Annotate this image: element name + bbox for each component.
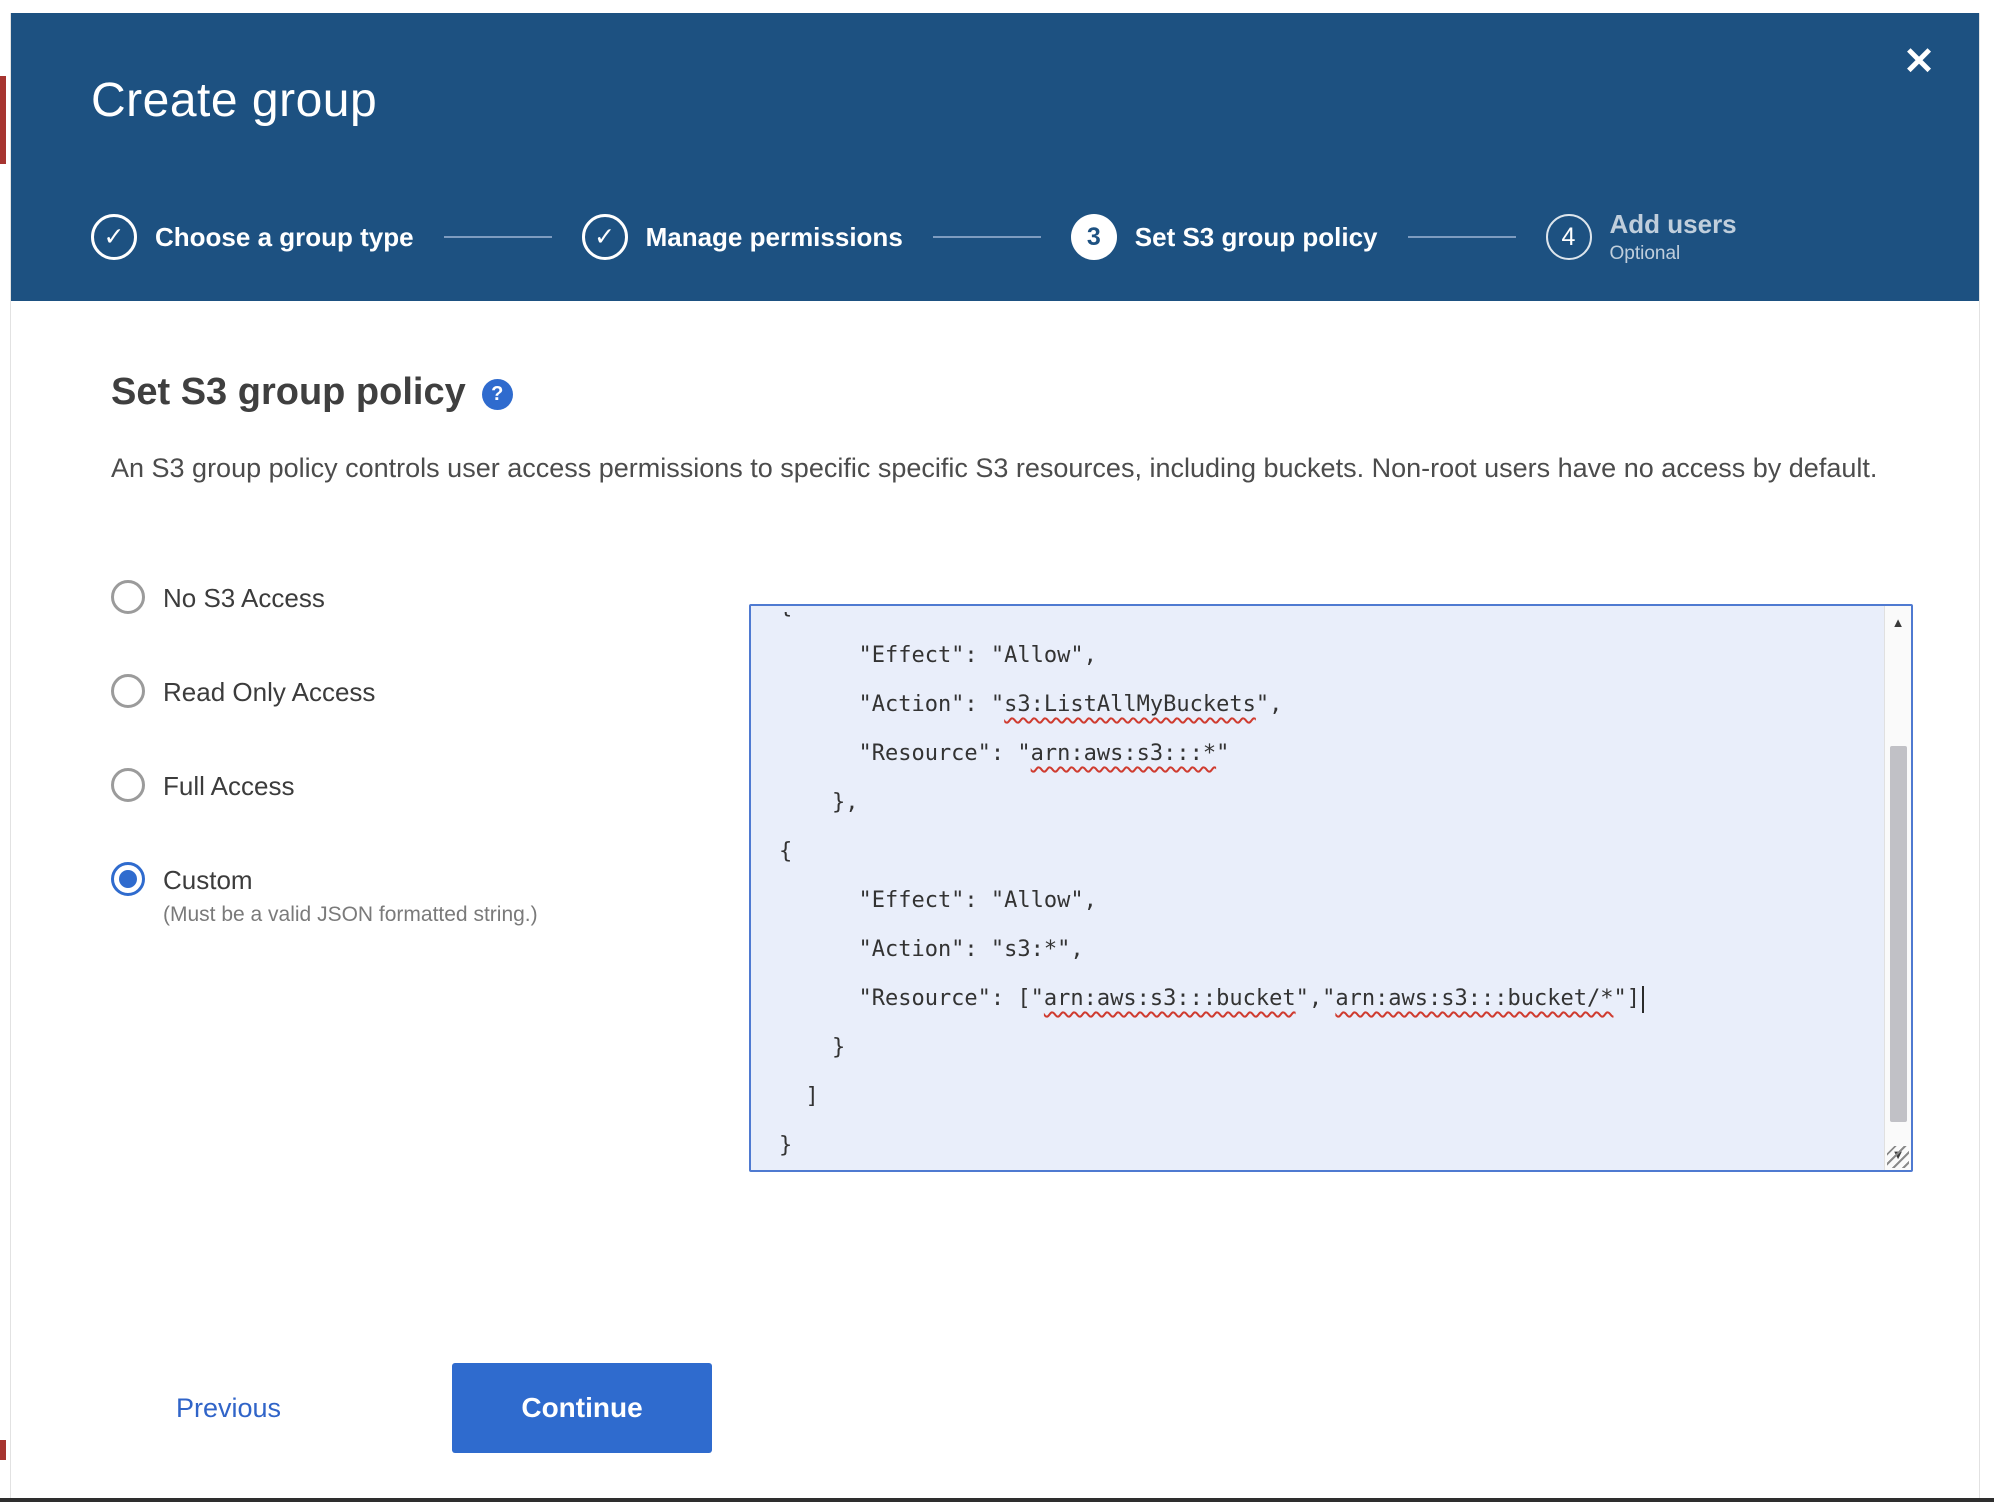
radio-unchecked-icon: [111, 768, 145, 802]
code-line: "Resource": ["arn:aws:s3:::bucket","arn:…: [779, 974, 1877, 1023]
scrollbar-thumb[interactable]: [1890, 746, 1907, 1122]
radio-unchecked-icon: [111, 580, 145, 614]
close-icon[interactable]: ✕: [1903, 43, 1935, 81]
code-line: "Action": "s3:*",: [779, 937, 1084, 962]
page-title: Set S3 group policy: [111, 371, 466, 413]
window-bottom-edge: [0, 1498, 1994, 1502]
radio-label: No S3 Access: [163, 583, 325, 613]
radio-no-s3-access[interactable]: No S3 Access: [111, 579, 538, 617]
misspelled-token: s3:ListAllMyBuckets: [1004, 692, 1256, 717]
text-cursor: [1641, 985, 1644, 1013]
step-sublabel: Optional: [1609, 243, 1681, 264]
editor-scrollbar[interactable]: ▲ ▼: [1884, 606, 1911, 1170]
section-heading: Set S3 group policy ?: [111, 371, 513, 414]
code-line: "Effect": "Allow",: [779, 643, 1097, 668]
code-line: },: [779, 790, 859, 815]
misspelled-token: arn:aws:s3:::bucket: [1043, 986, 1296, 1011]
step-label: Choose a group type: [155, 221, 414, 252]
code-line: {: [779, 839, 793, 864]
create-group-dialog: Create group ✕ ✓ Choose a group type ✓ M…: [10, 13, 1980, 1498]
scrollbar-up-icon[interactable]: ▲: [1885, 608, 1911, 636]
policy-json-content: { "Effect": "Allow", "Action": "s3:ListA…: [779, 612, 1877, 1164]
continue-button[interactable]: Continue: [452, 1363, 712, 1453]
help-icon[interactable]: ?: [481, 379, 513, 410]
code-line: }: [779, 1035, 846, 1060]
stepper: ✓ Choose a group type ✓ Manage permissio…: [91, 209, 1737, 265]
code-line: "Resource": "arn:aws:s3:::*": [779, 741, 1230, 766]
radio-unchecked-icon: [111, 674, 145, 708]
code-line: "Action": "s3:ListAllMyBuckets",: [779, 692, 1283, 717]
step-number: 4: [1545, 214, 1592, 260]
step-connector: [932, 236, 1041, 238]
step-manage-permissions[interactable]: ✓ Manage permissions: [581, 214, 903, 260]
misspelled-token: arn:aws:s3:::bucket/*: [1335, 986, 1614, 1011]
radio-checked-icon: [111, 862, 145, 896]
check-icon: ✓: [581, 214, 628, 260]
screen-edge-artifact: [0, 1440, 6, 1460]
radio-label: Read Only Access: [163, 677, 376, 707]
policy-json-editor[interactable]: { "Effect": "Allow", "Action": "s3:ListA…: [749, 604, 1913, 1172]
step-connector: [443, 236, 552, 238]
radio-custom[interactable]: Custom (Must be a valid JSON formatted s…: [111, 861, 538, 927]
step-choose-a-group-type[interactable]: ✓ Choose a group type: [91, 214, 414, 260]
step-add-users[interactable]: 4 Add users Optional: [1545, 209, 1737, 265]
code-line: }: [779, 1133, 793, 1158]
radio-label: Full Access: [163, 771, 295, 801]
step-label: Add users: [1609, 209, 1737, 239]
radio-read-only-access[interactable]: Read Only Access: [111, 673, 538, 711]
step-label: Manage permissions: [645, 221, 903, 252]
step-set-s3-group-policy[interactable]: 3 Set S3 group policy: [1070, 214, 1378, 260]
previous-button[interactable]: Previous: [176, 1393, 281, 1424]
radio-full-access[interactable]: Full Access: [111, 767, 538, 805]
dialog-title: Create group: [91, 74, 378, 127]
misspelled-token: arn:aws:s3:::*: [1030, 741, 1217, 766]
step-connector: [1407, 236, 1516, 238]
radio-label: Custom: [163, 865, 253, 895]
resize-handle-icon[interactable]: [1887, 1146, 1909, 1168]
step-label: Set S3 group policy: [1134, 221, 1378, 252]
policy-options: No S3 Access Read Only Access Full Acces…: [111, 579, 538, 927]
step-number: 3: [1070, 214, 1117, 260]
check-icon: ✓: [91, 214, 137, 260]
code-line: {: [779, 612, 1877, 631]
dialog-header: Create group ✕ ✓ Choose a group type ✓ M…: [11, 13, 1979, 301]
code-line: "Effect": "Allow",: [779, 888, 1097, 913]
code-line: ]: [779, 1084, 819, 1109]
screen-edge-artifact: [0, 76, 6, 164]
radio-helper-text: (Must be a valid JSON formatted string.): [163, 903, 538, 926]
section-description: An S3 group policy controls user access …: [111, 453, 1878, 483]
